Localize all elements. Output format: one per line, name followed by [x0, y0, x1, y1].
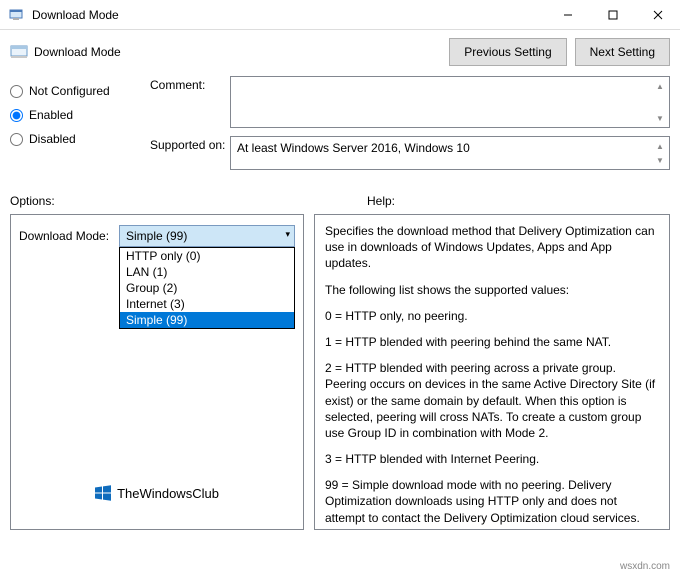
chevron-down-icon: ▾ [285, 229, 290, 240]
dropdown-item[interactable]: HTTP only (0) [120, 248, 294, 264]
radio-disabled-label: Disabled [29, 132, 76, 146]
window-title: Download Mode [32, 8, 545, 22]
download-mode-selected: Simple (99) [126, 229, 187, 243]
comment-textarea[interactable]: ▲ ▼ [230, 76, 670, 128]
header-row: Download Mode Previous Setting Next Sett… [0, 30, 680, 70]
supported-label: Supported on: [150, 136, 230, 170]
help-paragraph: 99 = Simple download mode with no peerin… [325, 477, 659, 526]
section-labels-row: Options: Help: [0, 178, 680, 214]
radio-disabled-input[interactable] [10, 133, 23, 146]
minimize-button[interactable] [545, 0, 590, 30]
fields-column: Comment: ▲ ▼ Supported on: At least Wind… [150, 76, 670, 178]
supported-row: Supported on: At least Windows Server 20… [150, 136, 670, 170]
page-title: Download Mode [34, 45, 441, 59]
help-section-label: Help: [367, 194, 395, 208]
options-section-label: Options: [10, 194, 55, 208]
previous-setting-button[interactable]: Previous Setting [449, 38, 566, 66]
help-paragraph: Specifies the download method that Deliv… [325, 223, 659, 272]
dropdown-item[interactable]: Group (2) [120, 280, 294, 296]
radio-not-configured-input[interactable] [10, 85, 23, 98]
scroll-down-icon[interactable]: ▼ [653, 111, 667, 125]
dropdown-item[interactable]: Internet (3) [120, 296, 294, 312]
help-panel: Specifies the download method that Deliv… [314, 214, 670, 530]
branding: TheWindowsClub [19, 485, 295, 519]
radio-enabled-label: Enabled [29, 108, 73, 122]
scroll-down-icon[interactable]: ▼ [653, 153, 667, 167]
state-radio-group: Not Configured Enabled Disabled [10, 76, 150, 178]
supported-value: At least Windows Server 2016, Windows 10 [237, 141, 470, 155]
lower-panes: Download Mode: Simple (99) ▾ HTTP only (… [0, 214, 680, 540]
scroll-up-icon[interactable]: ▲ [653, 79, 667, 93]
download-mode-label: Download Mode: [19, 225, 119, 243]
maximize-button[interactable] [590, 0, 635, 30]
dropdown-item[interactable]: LAN (1) [120, 264, 294, 280]
next-setting-button[interactable]: Next Setting [575, 38, 670, 66]
download-mode-dropdown: HTTP only (0) LAN (1) Group (2) Internet… [119, 247, 295, 329]
watermark: wsxdn.com [620, 561, 670, 572]
titlebar: Download Mode [0, 0, 680, 30]
supported-box: At least Windows Server 2016, Windows 10… [230, 136, 670, 170]
download-mode-select-wrap: Simple (99) ▾ HTTP only (0) LAN (1) Grou… [119, 225, 295, 247]
help-paragraph: 0 = HTTP only, no peering. [325, 308, 659, 324]
download-mode-row: Download Mode: Simple (99) ▾ HTTP only (… [19, 225, 295, 247]
scroll-up-icon[interactable]: ▲ [653, 139, 667, 153]
help-paragraph: 3 = HTTP blended with Internet Peering. [325, 451, 659, 467]
download-mode-combobox[interactable]: Simple (99) ▾ [119, 225, 295, 247]
help-paragraph: The following list shows the supported v… [325, 282, 659, 298]
help-paragraph: 1 = HTTP blended with peering behind the… [325, 334, 659, 350]
radio-enabled-input[interactable] [10, 109, 23, 122]
help-paragraph: 2 = HTTP blended with peering across a p… [325, 360, 659, 441]
page-icon [10, 43, 28, 61]
dropdown-item[interactable]: Simple (99) [120, 312, 294, 328]
radio-not-configured[interactable]: Not Configured [10, 84, 150, 98]
comment-row: Comment: ▲ ▼ [150, 76, 670, 128]
radio-not-configured-label: Not Configured [29, 84, 110, 98]
app-icon [8, 7, 24, 23]
close-button[interactable] [635, 0, 680, 30]
config-section: Not Configured Enabled Disabled Comment:… [0, 70, 680, 178]
radio-enabled[interactable]: Enabled [10, 108, 150, 122]
windows-logo-icon [95, 485, 111, 501]
radio-disabled[interactable]: Disabled [10, 132, 150, 146]
comment-label: Comment: [150, 76, 230, 128]
options-panel: Download Mode: Simple (99) ▾ HTTP only (… [10, 214, 304, 530]
branding-text: TheWindowsClub [117, 486, 219, 501]
